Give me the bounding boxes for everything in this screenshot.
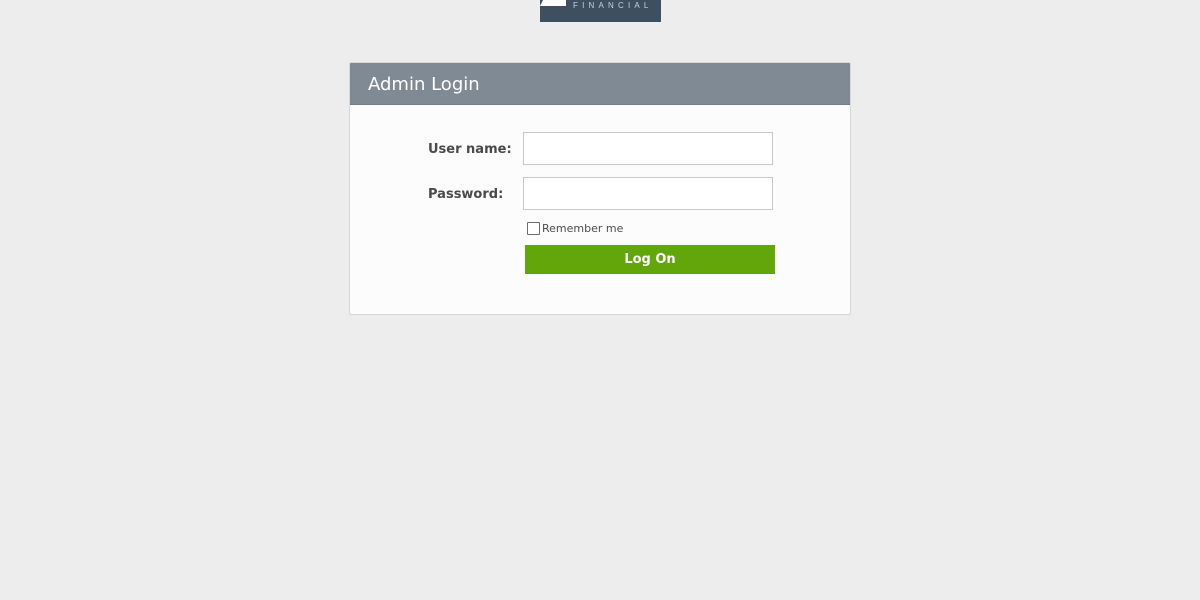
remember-me-option[interactable]: Remember me xyxy=(527,222,623,235)
password-input[interactable] xyxy=(523,177,773,210)
log-on-button[interactable]: Log On xyxy=(525,245,775,274)
panel-header: Admin Login xyxy=(350,63,850,105)
password-label: Password: xyxy=(428,187,504,202)
username-input[interactable] xyxy=(523,132,773,165)
login-panel: Admin Login User name: Password: Remembe… xyxy=(349,62,851,315)
page-title: Admin Login xyxy=(368,74,480,95)
remember-me-checkbox[interactable] xyxy=(527,222,540,235)
logo-wordmark: FINANCIAL xyxy=(573,1,653,10)
remember-me-label: Remember me xyxy=(542,222,624,235)
company-logo: FINANCIAL xyxy=(540,0,661,22)
logo-mark-icon xyxy=(540,0,566,6)
username-label: User name: xyxy=(428,142,512,157)
